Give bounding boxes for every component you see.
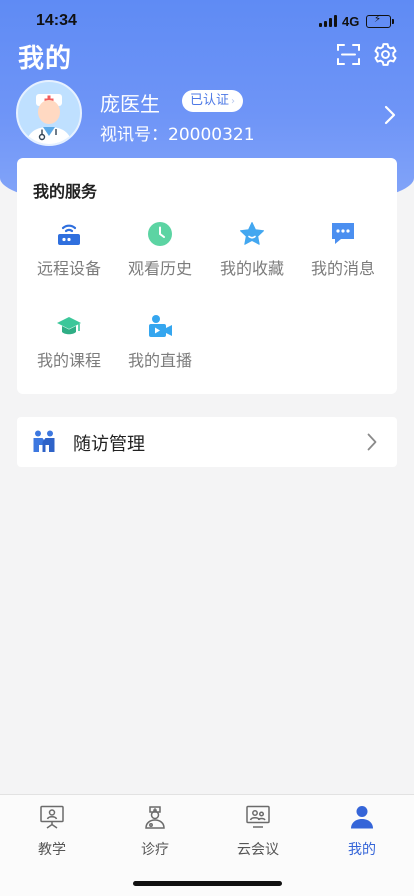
- router-icon: [58, 224, 80, 245]
- service-label: 我的直播: [127, 351, 192, 370]
- tab-teaching[interactable]: 教学: [12, 805, 92, 859]
- page-title: 我的: [18, 44, 73, 74]
- service-label: 观看历史: [127, 259, 192, 278]
- tab-label: 诊疗: [141, 842, 169, 858]
- home-indicator[interactable]: [133, 881, 282, 886]
- service-remote-device[interactable]: 远程设备: [23, 221, 115, 279]
- doctor-icon: [145, 806, 165, 829]
- settings-button[interactable]: [373, 42, 398, 67]
- people-icon: [33, 430, 55, 452]
- services-title: 我的服务: [33, 182, 98, 201]
- user-icon: [351, 806, 373, 829]
- service-favorites[interactable]: 我的收藏: [206, 221, 298, 279]
- presentation-icon: [40, 805, 64, 829]
- live-camera-icon: [149, 315, 172, 337]
- service-label: 我的收藏: [219, 259, 284, 278]
- verified-badge-label: 已认证: [190, 93, 230, 108]
- avatar: [16, 80, 82, 146]
- tab-cloud-meeting[interactable]: 云会议: [218, 805, 298, 859]
- verified-badge[interactable]: 已认证 ›: [182, 90, 244, 112]
- network-type: 4G: [342, 14, 360, 29]
- doctor-avatar-icon: [26, 94, 72, 144]
- tab-label: 云会议: [237, 842, 279, 858]
- service-messages[interactable]: 我的消息: [297, 221, 389, 279]
- graduation-cap-icon: [57, 317, 81, 335]
- service-label: 我的消息: [310, 259, 375, 278]
- doctor-name: 庞医生: [100, 92, 160, 116]
- service-watch-history[interactable]: 观看历史: [114, 221, 206, 279]
- gear-icon: [374, 43, 397, 66]
- chevron-right-icon: [384, 105, 396, 125]
- tab-diagnosis[interactable]: 诊疗: [115, 805, 195, 859]
- profile-header[interactable]: 庞医生 已认证 › 视讯号：20000321: [16, 80, 400, 150]
- chevron-right-icon: ›: [231, 96, 236, 107]
- scan-icon: [337, 44, 360, 65]
- video-id: 视讯号：20000321: [100, 125, 255, 145]
- service-my-courses[interactable]: 我的课程: [23, 313, 115, 371]
- battery-icon: ⚡: [366, 14, 391, 28]
- battery-tip: [392, 19, 394, 24]
- chevron-right-icon: [367, 433, 377, 451]
- message-icon: [332, 223, 354, 244]
- status-time: 14:34: [36, 12, 77, 29]
- tab-label: 我的: [348, 842, 376, 858]
- tab-mine[interactable]: 我的: [322, 805, 402, 859]
- meeting-icon: [246, 805, 270, 828]
- tab-label: 教学: [38, 842, 66, 858]
- clock-icon: [148, 222, 172, 246]
- scan-button[interactable]: [336, 42, 361, 67]
- service-my-live[interactable]: 我的直播: [114, 313, 206, 371]
- service-label: 远程设备: [36, 259, 101, 278]
- star-icon: [240, 222, 264, 245]
- service-label: 我的课程: [36, 351, 101, 370]
- followup-label: 随访管理: [73, 434, 145, 455]
- services-card: 我的服务 远程设备 观看历史 我的收藏 我的消息 我的课程 我的直播: [17, 158, 397, 394]
- signal-icon: [319, 15, 338, 27]
- followup-management-row[interactable]: 随访管理: [17, 417, 397, 467]
